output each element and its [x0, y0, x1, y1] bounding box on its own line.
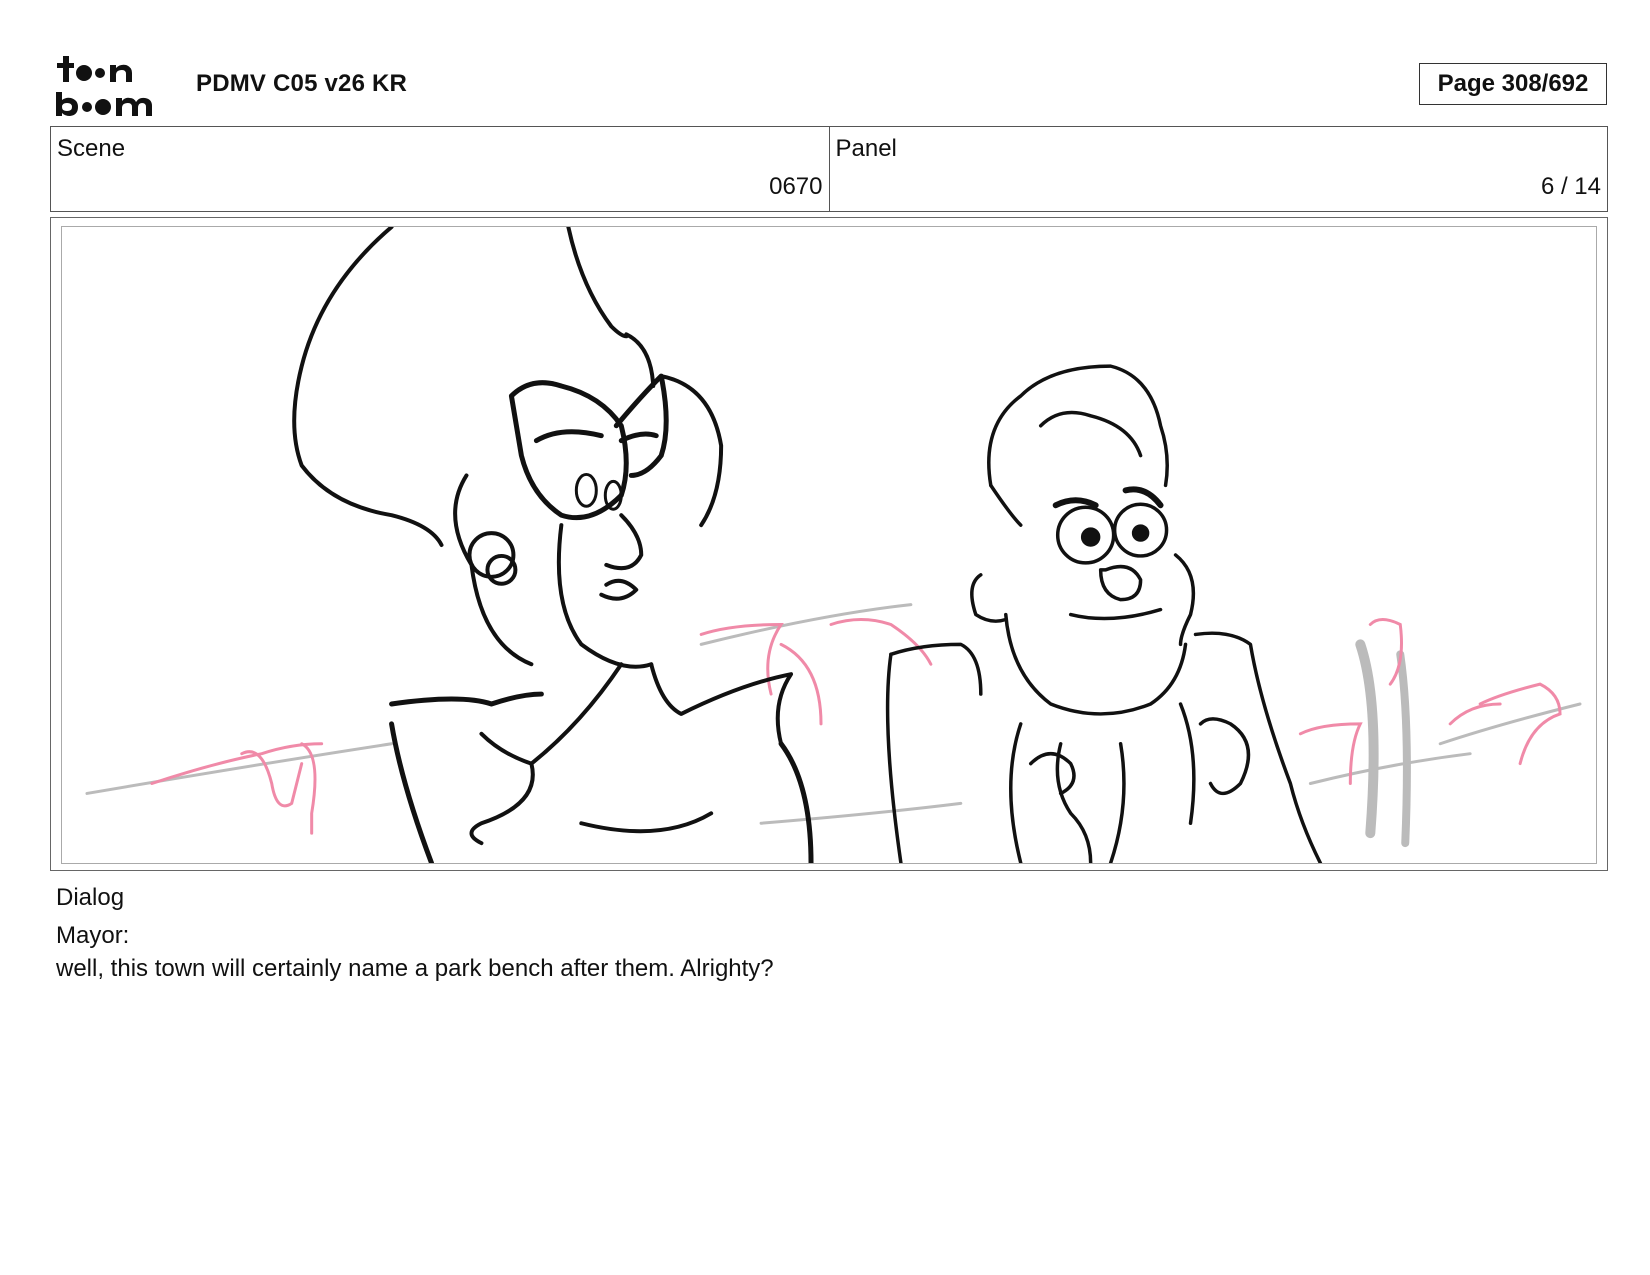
mayor-character-sketch — [885, 364, 1323, 863]
panel-value: 6 / 14 — [1540, 173, 1601, 200]
scene-label: Scene — [57, 135, 126, 162]
scene-value: 0670 — [769, 173, 823, 200]
dialog-label: Dialog — [56, 884, 125, 911]
storyboard-panel — [50, 217, 1608, 871]
document-title: PDMV C05 v26 KR — [196, 70, 408, 97]
dialog-line: well, this town will certainly name a pa… — [56, 955, 774, 982]
woman-character-sketch — [292, 227, 814, 863]
scene-panel-info: Scene 0670 Panel 6 / 14 — [50, 126, 1608, 212]
panel-image-area — [61, 226, 1597, 864]
page-indicator: Page 308/692 — [1419, 63, 1607, 105]
toonboom-logo — [56, 56, 152, 116]
panel-cell: Panel 6 / 14 — [828, 127, 1608, 211]
panel-label: Panel — [835, 135, 897, 162]
pink-rough-lines — [150, 618, 1562, 835]
storyboard-sketch-image — [85, 227, 1582, 863]
scene-cell: Scene 0670 — [51, 127, 829, 211]
dialog-speaker: Mayor: — [56, 922, 130, 949]
